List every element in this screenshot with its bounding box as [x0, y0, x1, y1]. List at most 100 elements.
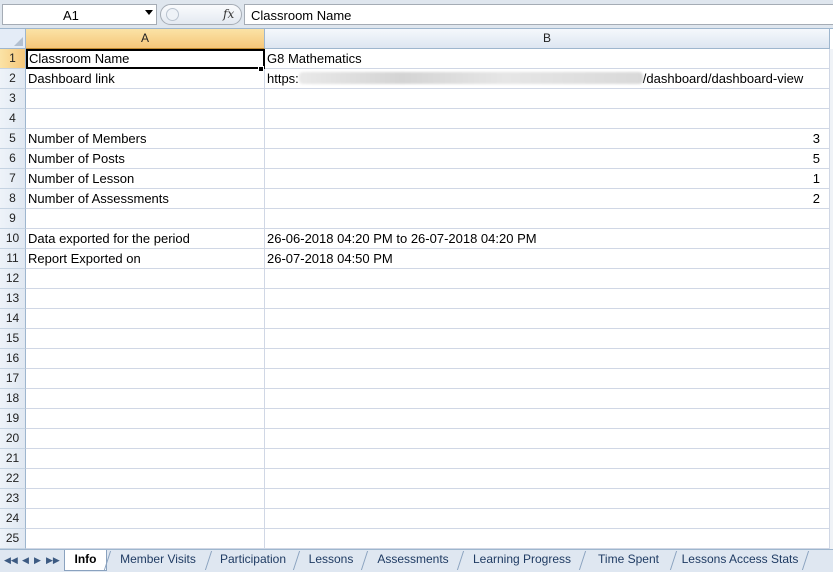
formula-input[interactable]: Classroom Name	[244, 4, 833, 25]
row-header[interactable]: 24	[0, 509, 26, 529]
first-sheet-icon[interactable]: ◀◀	[4, 554, 18, 566]
cell-a[interactable]	[26, 449, 265, 469]
row-header[interactable]: 7	[0, 169, 26, 189]
cell-a[interactable]: Number of Posts	[26, 149, 265, 169]
cell-b[interactable]	[265, 469, 830, 489]
cell-a[interactable]: Number of Assessments	[26, 189, 265, 209]
cell-a[interactable]	[26, 269, 265, 289]
column-header-a[interactable]: A	[26, 29, 265, 49]
row-header[interactable]: 3	[0, 89, 26, 109]
row-header[interactable]: 15	[0, 329, 26, 349]
select-all-button[interactable]	[0, 29, 26, 49]
row-header[interactable]: 6	[0, 149, 26, 169]
row-header[interactable]: 18	[0, 389, 26, 409]
cell-a[interactable]	[26, 469, 265, 489]
cell-b[interactable]	[265, 109, 830, 129]
cell-a[interactable]	[26, 389, 265, 409]
cell-a[interactable]: Number of Lesson	[26, 169, 265, 189]
row-header[interactable]: 1	[0, 49, 26, 69]
fill-handle[interactable]	[258, 66, 264, 72]
sheet-tab[interactable]: Assessments	[366, 550, 460, 571]
column-header-b[interactable]: B	[265, 29, 830, 49]
row-header[interactable]: 13	[0, 289, 26, 309]
cell-b[interactable]: 2	[265, 189, 830, 209]
sheet-tab[interactable]: Participation	[210, 550, 296, 571]
cell-a[interactable]	[26, 409, 265, 429]
name-box[interactable]: A1	[2, 4, 157, 25]
next-sheet-icon[interactable]: ▶	[34, 554, 41, 566]
cell-b[interactable]	[265, 509, 830, 529]
cell-b[interactable]	[265, 329, 830, 349]
sheet-tab[interactable]: Lessons Access Stats	[675, 550, 805, 571]
cell-b[interactable]: 1	[265, 169, 830, 189]
row-header[interactable]: 21	[0, 449, 26, 469]
row-header[interactable]: 2	[0, 69, 26, 89]
sheet-tab[interactable]: Member Visits	[108, 550, 208, 571]
cell-b[interactable]	[265, 269, 830, 289]
cell-b[interactable]: 26-06-2018 04:20 PM to 26-07-2018 04:20 …	[265, 229, 830, 249]
row-header[interactable]: 14	[0, 309, 26, 329]
cell-b[interactable]	[265, 529, 830, 549]
row-header[interactable]: 19	[0, 409, 26, 429]
cell-b[interactable]	[265, 369, 830, 389]
cell-a1-active[interactable]: Classroom Name	[26, 49, 265, 69]
sheet-tab[interactable]: Learning Progress	[462, 550, 582, 571]
cell-a[interactable]	[26, 429, 265, 449]
expand-handle-icon[interactable]	[166, 8, 179, 21]
row-header[interactable]: 8	[0, 189, 26, 209]
cell-a[interactable]	[26, 329, 265, 349]
cell-a[interactable]	[26, 89, 265, 109]
spreadsheet-grid: A B 1 Classroom Name G8 Mathematics 2 Dashbo…	[0, 29, 833, 549]
row-header[interactable]: 20	[0, 429, 26, 449]
last-sheet-icon[interactable]: ▶▶	[46, 554, 60, 566]
row-header[interactable]: 11	[0, 249, 26, 269]
row-header[interactable]: 4	[0, 109, 26, 129]
cell-b[interactable]	[265, 409, 830, 429]
sheet-tab-bar: ◀◀ ◀ ▶ ▶▶ Info Member Visits Participation…	[0, 549, 833, 572]
chevron-down-icon[interactable]	[145, 10, 153, 15]
cell-b[interactable]: https: /dashboard/dashboard-view	[265, 69, 830, 89]
cell-b[interactable]	[265, 289, 830, 309]
cell-b[interactable]	[265, 209, 830, 229]
row-header[interactable]: 23	[0, 489, 26, 509]
cell-b[interactable]: 5	[265, 149, 830, 169]
cell-a[interactable]	[26, 109, 265, 129]
cell-b[interactable]	[265, 389, 830, 409]
cell-b[interactable]: 26-07-2018 04:50 PM	[265, 249, 830, 269]
function-icon[interactable]: fx	[223, 7, 234, 21]
cell-a[interactable]	[26, 309, 265, 329]
cell-b[interactable]	[265, 449, 830, 469]
cell-a[interactable]: Report Exported on	[26, 249, 265, 269]
cell-b[interactable]	[265, 489, 830, 509]
cell-a[interactable]: Number of Members	[26, 129, 265, 149]
cell-a[interactable]	[26, 489, 265, 509]
cell-a[interactable]: Dashboard link	[26, 69, 265, 89]
row-header[interactable]: 9	[0, 209, 26, 229]
cell-b[interactable]: G8 Mathematics	[265, 49, 830, 69]
row-header[interactable]: 5	[0, 129, 26, 149]
sheet-tab[interactable]: Time Spent	[584, 550, 673, 571]
cell-a[interactable]	[26, 509, 265, 529]
row-header[interactable]: 25	[0, 529, 26, 549]
row-header[interactable]: 16	[0, 349, 26, 369]
select-all-icon	[14, 37, 23, 46]
cell-b[interactable]	[265, 309, 830, 329]
cell-b[interactable]	[265, 349, 830, 369]
cell-b[interactable]	[265, 89, 830, 109]
row-header[interactable]: 22	[0, 469, 26, 489]
cell-b[interactable]: 3	[265, 129, 830, 149]
cell-a[interactable]	[26, 289, 265, 309]
row-header[interactable]: 17	[0, 369, 26, 389]
cell-a[interactable]: Data exported for the period	[26, 229, 265, 249]
prev-sheet-icon[interactable]: ◀	[22, 554, 29, 566]
cell-a[interactable]	[26, 529, 265, 549]
cell-a[interactable]	[26, 369, 265, 389]
row-header[interactable]: 10	[0, 229, 26, 249]
cell-a[interactable]	[26, 349, 265, 369]
row-header[interactable]: 12	[0, 269, 26, 289]
cell-b[interactable]	[265, 429, 830, 449]
cell-a[interactable]	[26, 209, 265, 229]
sheet-tab[interactable]: Info	[64, 550, 107, 571]
insert-function-button[interactable]: fx	[160, 4, 242, 25]
sheet-tab[interactable]: Lessons	[298, 550, 364, 571]
